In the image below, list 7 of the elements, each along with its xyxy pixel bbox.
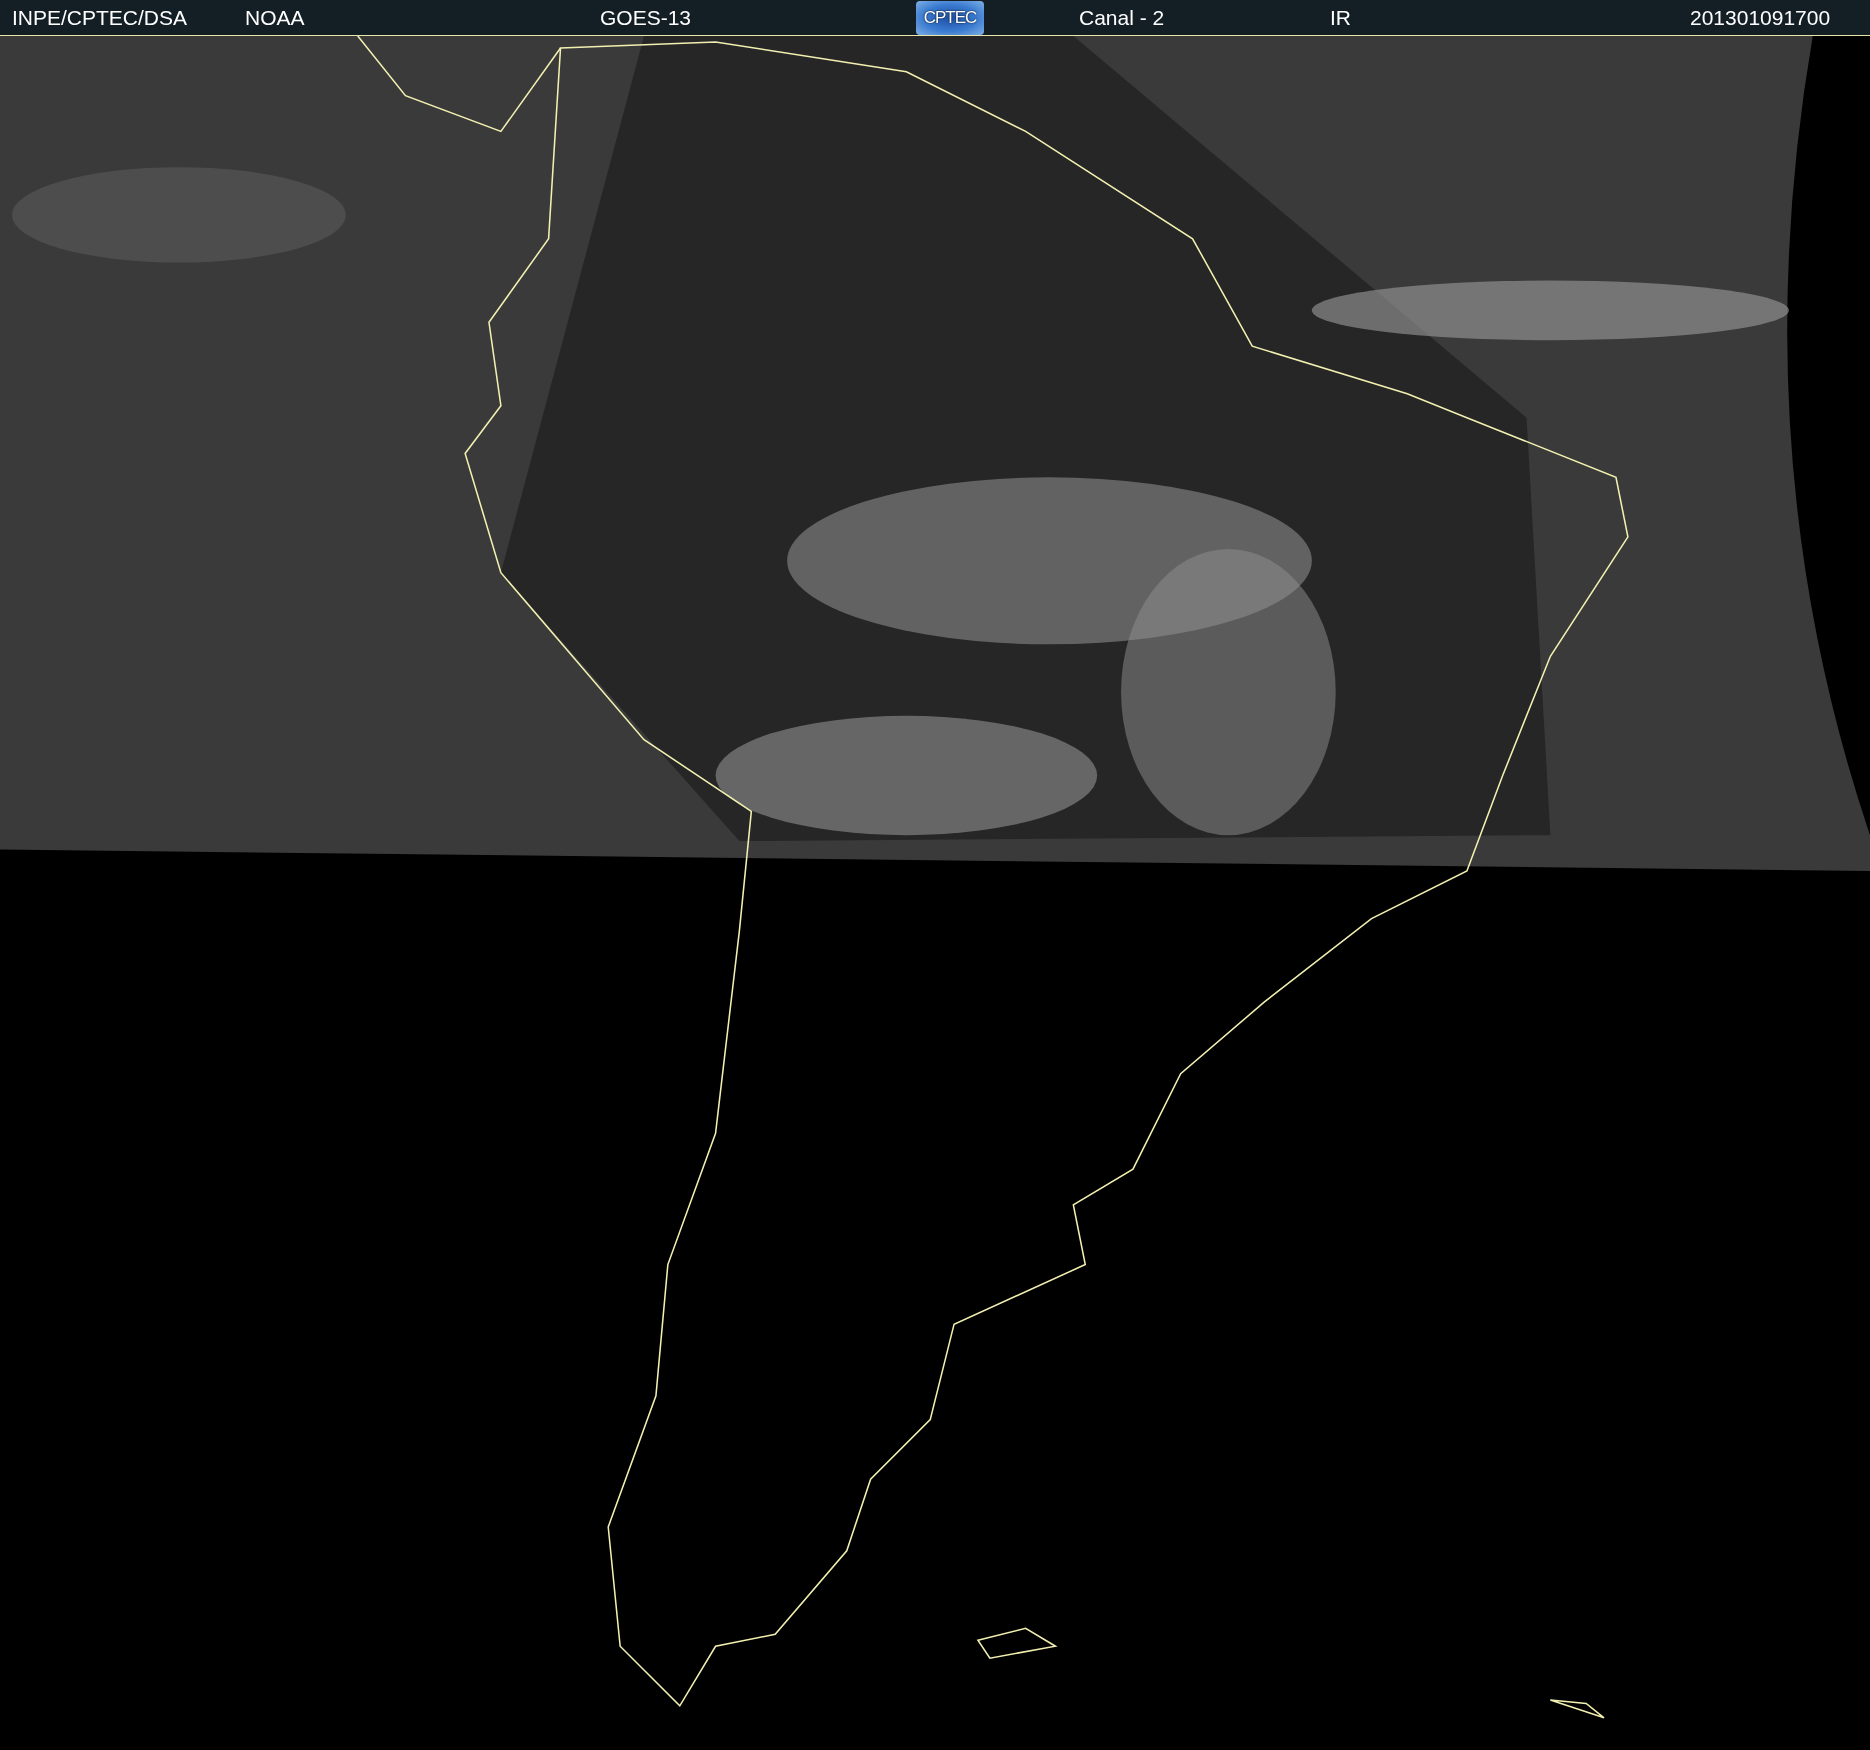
header-label: Canal - 2 (1079, 5, 1165, 30)
header-label: GOES-13 (600, 5, 692, 30)
header-label: NOAA (245, 5, 305, 30)
header-label: INPE/CPTEC/DSA (12, 5, 188, 30)
header-label: IR (1330, 5, 1351, 30)
logo: CPTEC (916, 0, 984, 35)
header-label: 201301091700 (1690, 5, 1831, 30)
